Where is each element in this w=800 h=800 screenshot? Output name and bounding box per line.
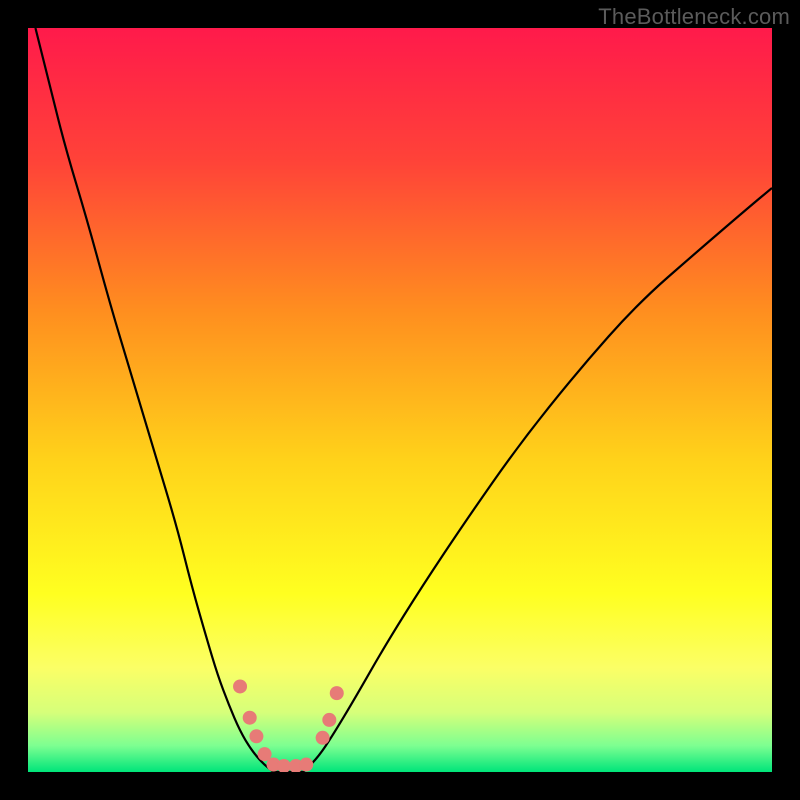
- chart-frame: TheBottleneck.com: [0, 0, 800, 800]
- watermark-text: TheBottleneck.com: [598, 4, 790, 30]
- data-point: [233, 679, 247, 693]
- data-point: [316, 731, 330, 745]
- data-point: [249, 729, 263, 743]
- data-point: [243, 711, 257, 725]
- bottleneck-chart: [28, 28, 772, 772]
- data-point: [322, 713, 336, 727]
- data-point: [330, 686, 344, 700]
- data-point: [299, 758, 313, 772]
